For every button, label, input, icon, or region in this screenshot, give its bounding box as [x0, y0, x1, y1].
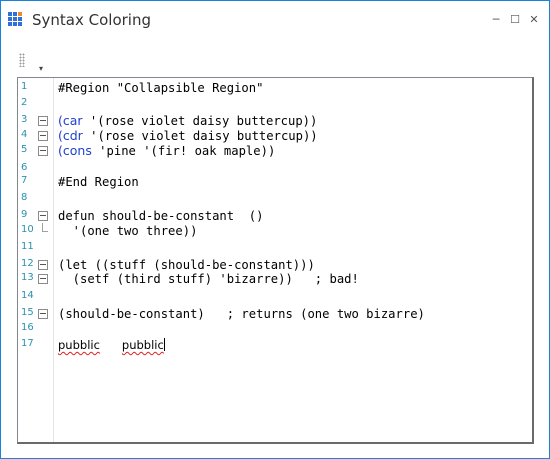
misspelled-word[interactable]: pubblic [122, 338, 164, 352]
code-line: 2 [18, 96, 528, 112]
close-button[interactable]: ✕ [527, 13, 541, 27]
code-line: 9 defun should-be-constant () [18, 208, 528, 224]
fold-collapse-icon[interactable] [38, 131, 48, 141]
misspelled-word[interactable]: pubblic [58, 338, 100, 352]
minimize-button[interactable]: ─ [489, 13, 503, 27]
line-number: 8 [21, 192, 28, 203]
code-line: 1 #Region "Collapsible Region" [18, 80, 528, 96]
line-number: 15 [21, 307, 34, 318]
code-text: 'pine '(fir! oak maple)) [91, 144, 276, 158]
line-number: 17 [21, 338, 34, 349]
title-bar[interactable]: Syntax Coloring ─ ☐ ✕ [1, 1, 549, 41]
line-number: 5 [21, 144, 28, 155]
code-text: (should-be-constant) ; returns (one two … [58, 307, 425, 321]
code-editor[interactable]: 1 #Region "Collapsible Region" 2 3 (car … [17, 77, 534, 444]
code-line: 4 (cdr '(rose violet daisy buttercup)) [18, 128, 528, 144]
line-number: 7 [21, 175, 28, 186]
code-line: 10 '(one two three)) [18, 223, 528, 239]
app-icon [8, 12, 24, 28]
line-number: 1 [21, 81, 28, 92]
line-number: 6 [21, 162, 28, 173]
line-number: 3 [21, 114, 28, 125]
fold-collapse-icon[interactable] [38, 211, 48, 221]
code-line: 11 [18, 240, 528, 256]
maximize-button[interactable]: ☐ [508, 13, 522, 27]
fold-collapse-icon[interactable] [38, 116, 48, 126]
code-line: 15 (should-be-constant) ; returns (one t… [18, 306, 528, 322]
fold-end-marker [42, 223, 48, 232]
keyword-car: (car [58, 113, 83, 128]
keyword-cons: (cons [58, 143, 92, 158]
line-number: 13 [21, 272, 34, 283]
line-number: 10 [21, 224, 34, 235]
line-number: 12 [21, 258, 34, 269]
code-text: #Region "Collapsible Region" [58, 81, 264, 95]
line-number: 4 [21, 129, 28, 140]
fold-collapse-icon[interactable] [38, 146, 48, 156]
code-line: 7 #End Region [18, 174, 528, 190]
text-caret [163, 338, 165, 351]
line-number: 11 [21, 241, 34, 252]
app-window: Syntax Coloring ─ ☐ ✕ ▾ 1 #Region "Colla… [0, 0, 550, 459]
code-text: defun should-be-constant () [58, 209, 264, 223]
fold-collapse-icon[interactable] [38, 274, 48, 284]
code-text: '(one two three)) [58, 224, 198, 238]
code-text: #End Region [58, 175, 139, 189]
code-text: (setf (third stuff) 'bizarre)) ; bad! [58, 272, 359, 286]
line-number: 14 [21, 290, 34, 301]
code-text: '(rose violet daisy buttercup)) [82, 114, 318, 128]
line-number: 16 [21, 322, 34, 333]
line-number: 9 [21, 209, 28, 220]
toolbar-overflow-icon[interactable]: ▾ [37, 64, 45, 74]
window-title: Syntax Coloring [32, 11, 151, 29]
fold-collapse-icon[interactable] [38, 309, 48, 319]
code-line: 8 [18, 191, 528, 207]
code-line: 13 (setf (third stuff) 'bizarre)) ; bad! [18, 271, 528, 287]
toolbar-grip-icon[interactable] [19, 53, 25, 67]
code-line: 3 (car '(rose violet daisy buttercup)) [18, 113, 528, 129]
code-line: 5 (cons 'pine '(fir! oak maple)) [18, 143, 528, 159]
code-line: 14 [18, 289, 528, 305]
code-line: 16 [18, 321, 528, 337]
line-number: 2 [21, 97, 28, 108]
code-text: '(rose violet daisy buttercup)) [82, 129, 318, 143]
keyword-cdr: (cdr [58, 128, 83, 143]
fold-collapse-icon[interactable] [38, 260, 48, 270]
toolbar: ▾ [17, 53, 47, 75]
code-line: 17 pubblic pubblic [18, 337, 528, 353]
